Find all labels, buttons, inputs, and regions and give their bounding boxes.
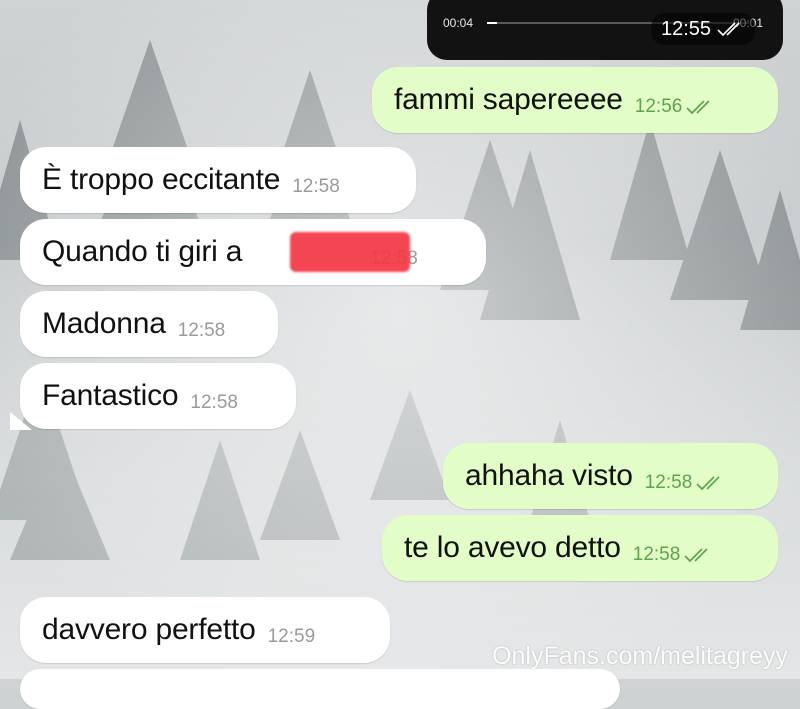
message-time: 12:56 <box>634 96 683 117</box>
message-time: 12:58 <box>177 320 226 341</box>
message-text: Fantastico <box>42 379 179 412</box>
message-bubble-incoming[interactable]: Madonna 12:58 <box>20 291 278 357</box>
message-time: 12:58 <box>190 392 238 413</box>
message-bubble-outgoing[interactable]: ahhaha visto 12:58 <box>443 443 778 509</box>
message-time: 12:59 <box>267 626 316 647</box>
message-time: 12:58 <box>292 176 340 197</box>
message-bubble-incoming[interactable]: È troppo eccitante 12:58 <box>20 147 416 213</box>
media-timestamp-badge: 12:55 <box>651 13 756 45</box>
message-time: 12:58 <box>632 544 681 565</box>
message-bubble-incoming[interactable]: davvero perfetto 12:59 <box>20 597 390 663</box>
message-text: È troppo eccitante <box>42 163 281 196</box>
message-text: Quando ti giri a <box>42 235 243 268</box>
message-bubble-incoming[interactable]: Fantastico 12:58 <box>20 363 296 429</box>
message-text: davvero perfetto <box>42 613 256 646</box>
audio-progress-fill <box>487 22 497 24</box>
message-text: fammi sapereeee <box>394 83 623 116</box>
read-receipt-icon <box>686 100 710 115</box>
message-bubble-outgoing[interactable]: te lo avevo detto 12:58 <box>382 515 778 581</box>
message-text: te lo avevo detto <box>404 531 621 564</box>
message-time: 12:58 <box>644 472 693 493</box>
read-receipt-icon <box>696 476 720 491</box>
audio-message-player[interactable]: 00:04 00:01 12:55 <box>427 0 783 60</box>
redaction-mark <box>290 232 410 272</box>
read-receipt-icon <box>684 548 708 563</box>
audio-elapsed-time: 00:04 <box>443 16 474 30</box>
message-bubble-incoming-partial[interactable] <box>20 669 620 709</box>
media-timestamp: 12:55 <box>661 17 712 40</box>
message-bubble-outgoing[interactable]: fammi sapereeee 12:56 <box>372 67 778 133</box>
message-bubble-incoming[interactable]: Quando ti giri a 12:58 <box>20 219 486 285</box>
double-check-icon <box>717 22 740 36</box>
message-text: ahhaha visto <box>465 459 633 492</box>
watermark: OnlyFans.com/melitagreyy <box>492 642 788 670</box>
message-text: Madonna <box>42 307 166 340</box>
